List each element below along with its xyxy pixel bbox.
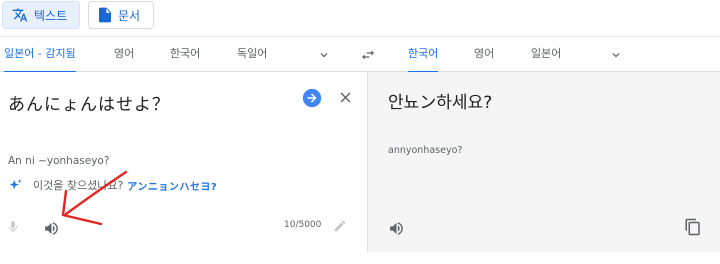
- sparkle-icon: [9, 178, 22, 189]
- source-panel: あんにょんはせよ？ An ni ~yonhaseyo? 이것을 찾으셨나요? ア…: [0, 72, 368, 252]
- translation-output: 안뇨ン하세요?: [388, 93, 493, 113]
- source-lang-detected-tab[interactable]: 일본어 - 감지됨: [4, 37, 76, 73]
- documents-mode-button[interactable]: 문서: [88, 1, 154, 29]
- source-romanization: An ni ~yonhaseyo?: [8, 155, 110, 167]
- source-lang-tab-german[interactable]: 독일어: [237, 37, 267, 72]
- target-more-chevron-down-icon[interactable]: [609, 48, 623, 62]
- mic-icon[interactable]: [6, 219, 20, 235]
- did-you-mean-label: 이것을 찾으셨나요?: [33, 179, 124, 192]
- documents-mode-label: 문서: [118, 8, 141, 23]
- text-mode-button[interactable]: 텍스트: [2, 1, 80, 29]
- target-panel: 안뇨ン하세요? annyonhaseyo?: [368, 72, 720, 252]
- speaker-icon[interactable]: [43, 220, 60, 237]
- target-lang-tab-japanese[interactable]: 일본어: [531, 37, 561, 72]
- swap-icon[interactable]: [360, 47, 376, 63]
- mode-bar: 텍스트 문서: [0, 0, 720, 36]
- target-speaker-icon[interactable]: [388, 220, 405, 237]
- suggestion-link[interactable]: アンニョンハセヨ?: [127, 178, 217, 193]
- char-count: 10/5000: [284, 220, 322, 230]
- source-text-input[interactable]: あんにょんはせよ？: [8, 90, 170, 115]
- target-romanization: annyonhaseyo?: [388, 145, 463, 156]
- text-mode-label: 텍스트: [34, 8, 68, 23]
- target-lang-tab-english[interactable]: 영어: [474, 37, 494, 72]
- arrow-right-circle-icon[interactable]: [302, 88, 322, 108]
- copy-icon[interactable]: [684, 218, 702, 236]
- source-lang-tab-korean[interactable]: 한국어: [170, 37, 200, 72]
- pencil-icon[interactable]: [333, 219, 347, 233]
- source-lang-tab-english[interactable]: 영어: [114, 37, 134, 72]
- target-lang-tab-korean[interactable]: 한국어: [408, 37, 439, 73]
- source-more-chevron-down-icon[interactable]: [317, 48, 331, 62]
- close-icon[interactable]: [337, 89, 354, 106]
- did-you-mean-row: 이것을 찾으셨나요? アンニョンハセヨ?: [8, 176, 217, 194]
- translate-icon: [12, 8, 28, 22]
- language-bar: 일본어 - 감지됨 영어 한국어 독일어 한국어 영어 일본어: [0, 36, 720, 73]
- document-icon: [99, 7, 111, 23]
